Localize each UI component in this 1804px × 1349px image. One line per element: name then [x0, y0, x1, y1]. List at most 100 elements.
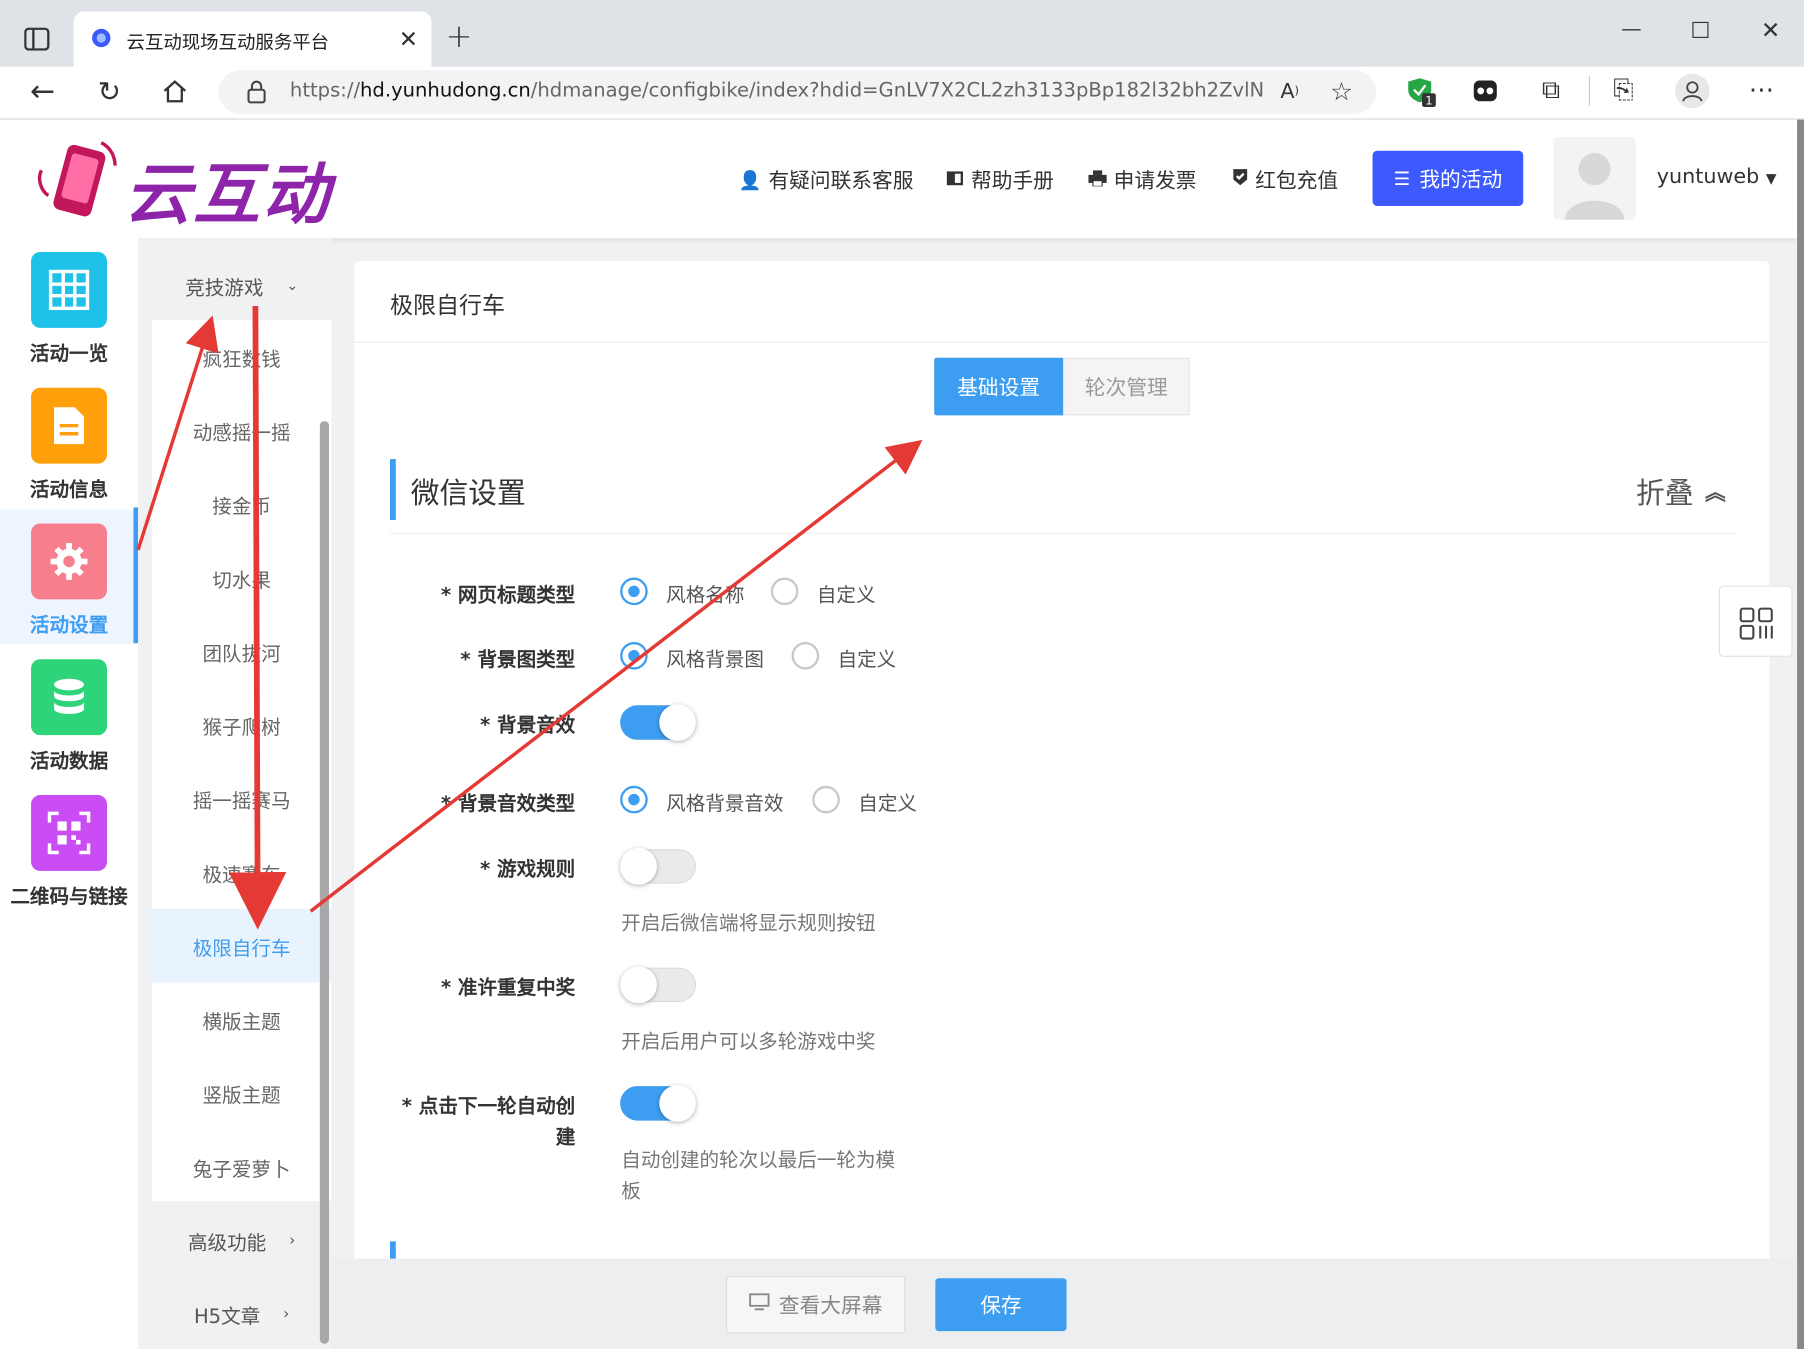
minimize-icon[interactable]: —: [1618, 16, 1646, 44]
contact-service-link[interactable]: 👤 有疑问联系客服: [739, 168, 914, 194]
tab-round-management[interactable]: 轮次管理: [1063, 357, 1190, 416]
browser-tab[interactable]: 云互动现场互动服务平台 ✕: [73, 11, 432, 67]
collapse-toggle[interactable]: 折叠 ︽: [1636, 471, 1726, 512]
red-packet-recharge-link[interactable]: 红包充值: [1232, 167, 1338, 193]
back-icon[interactable]: ←: [25, 75, 60, 110]
sub-group-h5[interactable]: H5文章 ›: [152, 1298, 331, 1330]
gear-icon: [31, 523, 107, 600]
help-manual-link[interactable]: 帮助手册: [946, 167, 1054, 193]
svg-text:1: 1: [1425, 94, 1432, 108]
sidebar-label: 活动信息: [29, 478, 109, 502]
sub-item[interactable]: 团队拔河: [152, 614, 331, 688]
more-menu-icon[interactable]: ⋯: [1746, 76, 1776, 106]
sub-item[interactable]: 动感摇一摇: [152, 393, 331, 467]
sidebar-label: 活动数据: [29, 750, 109, 774]
username-dropdown[interactable]: yuntuweb ▼: [1657, 165, 1777, 189]
extension-icon[interactable]: [1471, 77, 1499, 105]
radio-style-music[interactable]: [620, 785, 648, 814]
field-label: * 游戏规则: [479, 858, 576, 882]
extensions-puzzle-icon[interactable]: ⧉: [1536, 76, 1566, 106]
profile-icon[interactable]: [1675, 73, 1710, 109]
sub-item[interactable]: 切水果: [152, 541, 331, 615]
field-hint: 开启后微信端将显示规则按钮: [621, 912, 876, 936]
icon-sidebar: 活动一览 活动信息 活动设置 活动数据 二维码与链接: [0, 238, 139, 1349]
radio-label: 风格名称: [666, 584, 745, 608]
new-tab-icon[interactable]: +: [443, 20, 475, 53]
auto-next-toggle[interactable]: [620, 1084, 697, 1122]
sidebar-item-activity-data[interactable]: 活动数据: [0, 645, 138, 780]
maximize-icon[interactable]: [1692, 21, 1709, 38]
sub-item[interactable]: 横版主题: [152, 983, 331, 1057]
sub-item[interactable]: 疯狂数钱: [152, 320, 331, 394]
sidebar-label: 活动设置: [29, 614, 109, 638]
radio-label: 风格背景音效: [666, 792, 784, 816]
sidebar-item-qrcode-links[interactable]: 二维码与链接: [0, 781, 138, 916]
sub-item[interactable]: 接金币: [152, 467, 331, 541]
view-big-screen-button[interactable]: 查看大屏幕: [725, 1275, 906, 1334]
sub-group-title: H5文章: [193, 1305, 261, 1329]
list-icon: ☰: [1393, 167, 1411, 190]
address-bar[interactable]: https://hd.yunhudong.cn/hdmanage/configb…: [218, 70, 1376, 114]
url-text: https://hd.yunhudong.cn/hdmanage/configb…: [289, 79, 1265, 103]
page-title: 极限自行车: [390, 291, 506, 319]
sidebar-scrollbar[interactable]: [319, 421, 330, 1344]
avatar[interactable]: [1553, 136, 1637, 220]
sub-item[interactable]: 极速赛车: [152, 835, 331, 909]
document-icon: [31, 387, 107, 464]
sub-item[interactable]: 兔子爱萝卜: [152, 1130, 331, 1204]
radio-label: 自定义: [858, 792, 917, 816]
sub-item[interactable]: 竖版主题: [152, 1056, 331, 1130]
page-scrollbar[interactable]: [1797, 119, 1804, 1349]
read-aloud-icon[interactable]: A): [1275, 77, 1305, 107]
shield-extension-icon[interactable]: 1: [1406, 76, 1438, 108]
sub-group-title: 竞技游戏: [185, 276, 264, 300]
radio-label: 风格背景图: [666, 648, 764, 672]
check-shield-icon: [1232, 167, 1248, 191]
game-rules-toggle[interactable]: [620, 847, 697, 885]
favorite-add-icon[interactable]: ☆: [1325, 77, 1357, 109]
monitor-icon: [749, 1292, 770, 1317]
sub-group-competitive-games[interactable]: 竞技游戏 ⌄: [152, 269, 331, 301]
divider: [354, 341, 1770, 343]
field-hint: 板: [621, 1180, 641, 1204]
tab-actions-icon[interactable]: [21, 23, 53, 55]
lock-icon[interactable]: [246, 80, 267, 104]
chevron-down-icon: ⌄: [286, 277, 299, 294]
tab-basic-settings[interactable]: 基础设置: [934, 357, 1064, 416]
sidebar-item-activity-list[interactable]: 活动一览: [0, 238, 138, 373]
sub-sidebar-list: 疯狂数钱 动感摇一摇 接金币 切水果 团队拔河 猴子爬树 摇一摇赛马 极速赛车 …: [151, 319, 332, 1204]
collections-icon[interactable]: ⎘: [1608, 76, 1638, 106]
logo-phone-icon[interactable]: [35, 136, 120, 221]
tab-title: 云互动现场互动服务平台: [126, 31, 330, 53]
toolbar-divider: [1588, 75, 1590, 106]
sub-group-advanced[interactable]: 高级功能 ›: [152, 1224, 331, 1256]
home-icon[interactable]: [159, 76, 191, 108]
field-label: * 准许重复中奖: [440, 976, 576, 1000]
chevron-right-icon: ›: [283, 1305, 290, 1323]
repeat-win-toggle[interactable]: [620, 966, 697, 1004]
radio-style-bg[interactable]: [620, 641, 648, 670]
radio-custom[interactable]: [770, 577, 799, 606]
radio-custom[interactable]: [812, 785, 840, 814]
bg-music-toggle[interactable]: [620, 704, 697, 741]
radio-custom[interactable]: [791, 641, 820, 670]
refresh-icon[interactable]: ↻: [92, 75, 127, 110]
sidebar-label: 二维码与链接: [10, 885, 128, 909]
my-activities-button[interactable]: ☰ 我的活动: [1372, 150, 1524, 206]
save-button[interactable]: 保存: [935, 1278, 1067, 1332]
sidebar-item-activity-info[interactable]: 活动信息: [0, 374, 138, 509]
sub-item-active[interactable]: 极限自行车: [151, 908, 332, 983]
tab-close-icon[interactable]: ✕: [393, 24, 423, 54]
qrcode-icon: [31, 794, 107, 871]
logo-text[interactable]: 云互动: [124, 140, 331, 237]
window-close-icon[interactable]: ✕: [1757, 16, 1785, 44]
book-icon: [946, 167, 964, 191]
apply-invoice-link[interactable]: 申请发票: [1088, 168, 1197, 193]
radio-style-name[interactable]: [620, 577, 648, 606]
sub-item[interactable]: 摇一摇赛马: [152, 762, 331, 836]
caret-down-icon: ▼: [1765, 170, 1777, 187]
sub-item[interactable]: 猴子爬树: [152, 688, 331, 762]
floating-qrcode-button[interactable]: [1718, 585, 1793, 657]
field-label: * 背景音效: [479, 714, 576, 738]
sidebar-item-activity-settings[interactable]: 活动设置: [0, 507, 139, 645]
